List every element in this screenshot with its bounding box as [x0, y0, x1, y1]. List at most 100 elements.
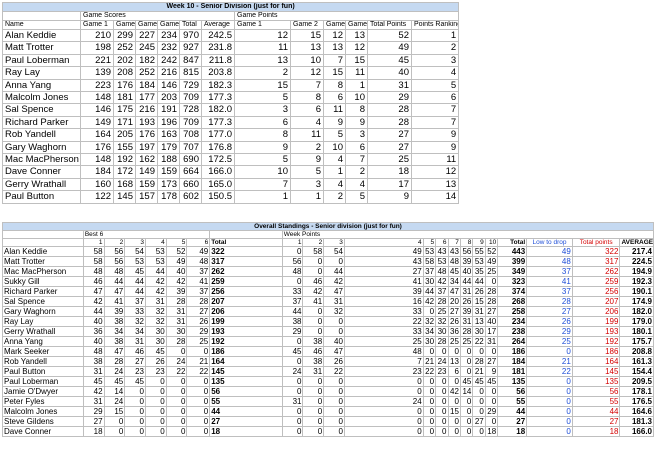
table-cell: 43 — [343, 256, 424, 267]
table-cell: 163 — [157, 128, 180, 142]
table-cell: 174.9 — [619, 296, 654, 307]
table-cell: 43 — [447, 246, 461, 257]
table-cell: 21 — [526, 356, 573, 367]
table-cell: 0 — [124, 406, 146, 417]
table-cell: 31 — [472, 306, 486, 317]
table-cell: 177.0 — [201, 128, 235, 142]
table-cell: 0 — [302, 386, 325, 397]
table-cell: 48 — [82, 346, 105, 357]
player-name: Ray Lay — [2, 316, 84, 327]
table-cell: 36 — [82, 326, 105, 337]
table-cell: 45 — [103, 376, 126, 387]
table-cell: 176 — [135, 128, 158, 142]
table-cell: 15 — [290, 28, 324, 43]
table-cell: 13 — [234, 53, 291, 68]
table-cell: 0 — [447, 396, 461, 407]
table-cell: 164.6 — [619, 406, 654, 417]
table-cell: 146 — [157, 78, 180, 93]
table-cell: 15 — [103, 406, 126, 417]
table-cell: 207 — [209, 296, 283, 307]
table-cell: 5 — [410, 78, 460, 93]
table-cell: 40 — [367, 66, 412, 80]
player-name: Steve Gildens — [2, 416, 84, 427]
week-results-table: Week 10 - Senior Division (just for fun)… — [1, 2, 460, 204]
table-cell: 0 — [186, 346, 211, 357]
player-name: Gerry Wrathall — [2, 177, 81, 192]
table-cell: 11 — [290, 128, 324, 142]
table-cell: 27 — [186, 306, 211, 317]
table-cell: 48 — [186, 256, 211, 267]
table-row: Malcolm Jones 29 15 0 0 0 0 44 0 0 0 0 0 0 15 0 0 29 44 0 44… — [2, 406, 654, 417]
table-cell: 53 — [124, 256, 146, 267]
table-cell: 40 — [82, 336, 105, 347]
table-cell: 49 — [343, 246, 424, 257]
column-header: Total Points — [367, 20, 412, 30]
column-header: 10 — [484, 238, 499, 247]
table-cell: 33 — [281, 286, 304, 297]
table-cell: 58 — [82, 256, 105, 267]
table-cell: 44 — [459, 276, 474, 287]
column-header: Game 4 — [157, 20, 180, 30]
table-cell: 2 — [323, 190, 346, 204]
table-cell: 34 — [447, 276, 461, 287]
table-cell: 179.0 — [619, 316, 654, 327]
table-cell: 9 — [484, 366, 499, 377]
table-cell: 28 — [165, 296, 188, 307]
table-cell: 0 — [323, 326, 345, 337]
table-cell: 9 — [367, 190, 412, 204]
table-cell: 41 — [302, 296, 325, 307]
week-points-label: Week Points — [281, 230, 655, 239]
player-name: Paul Button — [2, 366, 84, 377]
table-cell: 25 — [435, 306, 449, 317]
table-cell: 42 — [435, 276, 449, 287]
table-cell: 192 — [209, 336, 283, 347]
table-cell: 29 — [367, 91, 412, 105]
table-row: Sal Spence 42 41 37 31 28 28 207 37 41 31 16 42 28 20 2… — [2, 296, 654, 307]
standings-title: Overall Standings - Senior division (jus… — [2, 222, 654, 231]
table-cell: 4 — [345, 177, 368, 192]
table-cell: 11 — [323, 103, 346, 117]
table-cell: 847 — [179, 53, 202, 68]
table-cell: 36 — [447, 326, 461, 337]
table-cell: 0 — [526, 406, 573, 417]
table-cell: 32 — [422, 316, 437, 327]
table-cell: 149 — [135, 165, 158, 179]
table-cell: 56 — [103, 256, 126, 267]
table-cell: 1 — [290, 190, 324, 204]
column-header: Name — [2, 20, 81, 30]
table-cell: 37 — [435, 286, 449, 297]
table-cell: 154.4 — [619, 366, 654, 377]
table-cell: 56 — [281, 256, 304, 267]
table-cell: 234 — [497, 316, 528, 327]
blank-cell — [209, 230, 283, 239]
table-cell: 48 — [103, 266, 126, 277]
table-cell: 0 — [484, 386, 499, 397]
table-cell: 176.8 — [201, 140, 235, 155]
table-cell: 0 — [103, 426, 126, 437]
table-cell: 180.1 — [619, 326, 654, 337]
table-cell: 18 — [484, 426, 499, 437]
table-cell: 159 — [135, 177, 158, 192]
table-cell: 206 — [571, 306, 621, 317]
table-cell: 193 — [571, 326, 621, 337]
column-header: 1 — [281, 238, 304, 247]
table-cell: 28 — [367, 115, 412, 130]
table-cell: 25 — [186, 336, 211, 347]
table-cell: 0 — [124, 426, 146, 437]
table-cell: 9 — [410, 140, 460, 155]
table-cell: 262 — [571, 266, 621, 277]
table-cell: 0 — [459, 426, 474, 437]
table-cell: 13 — [410, 177, 460, 192]
table-cell: 0 — [144, 376, 167, 387]
table-cell: 44 — [422, 286, 437, 297]
table-cell: 40 — [165, 266, 188, 277]
table-cell: 186 — [497, 346, 528, 357]
table-row: Sukky Gill 46 44 44 42 42 41 259 0 46 42 41 30 42 34 44… — [2, 276, 654, 287]
table-cell: 42 — [144, 286, 167, 297]
table-cell: 0 — [422, 386, 437, 397]
table-cell: 0 — [526, 386, 573, 397]
table-cell: 0 — [302, 376, 325, 387]
table-cell: 8 — [234, 128, 291, 142]
table-row: Jamie O'Dwyer 42 14 0 0 0 0 56 0 0 0 0 0 0 42 14 0 0 56 0 56… — [2, 386, 654, 397]
table-cell: 54 — [124, 246, 146, 257]
